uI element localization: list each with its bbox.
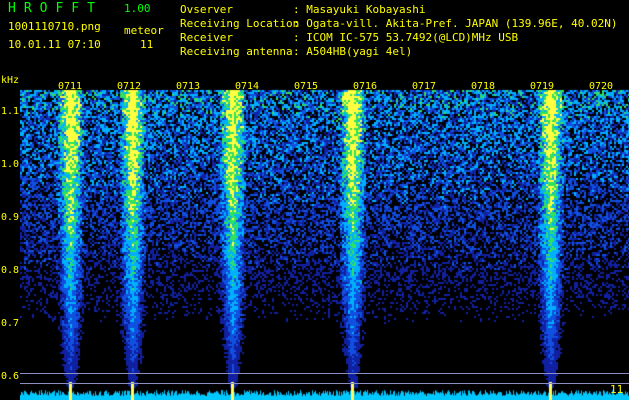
time-label: 0719 xyxy=(530,81,555,92)
y-tick-label: 0.6 xyxy=(1,371,20,383)
time-label: 0715 xyxy=(294,81,319,92)
spectrogram-canvas xyxy=(20,80,629,400)
y-tick-label: 1.1 xyxy=(1,105,20,117)
meteor-label: meteor xyxy=(124,24,164,37)
observer-value: : Masayuki Kobayashi xyxy=(293,3,426,16)
receiver-label: Receiver xyxy=(180,31,233,44)
receiver-value: : ICOM IC-575 53.7492(@LCD)MHz USB xyxy=(293,31,519,44)
time-label: 0711 xyxy=(58,81,83,92)
guide-line xyxy=(20,383,629,385)
location-label: Receiving Location xyxy=(180,17,300,30)
antenna-value: : A504HB(yagi 4el) xyxy=(293,45,413,58)
version: 1.00 xyxy=(124,2,151,15)
y-tick-label: 0.9 xyxy=(1,212,20,224)
time-label: 0720 xyxy=(589,81,614,92)
khz-unit: kHz xyxy=(1,75,20,86)
observer-label: Ovserver xyxy=(180,3,233,16)
time-label: 0713 xyxy=(176,81,201,92)
location-value: : Ogata-vill. Akita-Pref. JAPAN (139.96E… xyxy=(293,17,618,30)
meteor-count: 11 xyxy=(140,38,154,51)
logo: HROFFT xyxy=(8,1,103,16)
time-label: 0717 xyxy=(412,81,437,92)
y-tick-label: 0.7 xyxy=(1,318,20,330)
bottom-mark: 11 xyxy=(610,383,624,396)
info-labels: Ovserver Receiving Location Receiver Rec… xyxy=(180,3,299,59)
time-label: 0718 xyxy=(471,81,496,92)
time-label: 0712 xyxy=(117,81,142,92)
antenna-label: Receiving antenna xyxy=(180,45,293,58)
time-label: 0714 xyxy=(235,81,260,92)
guide-line xyxy=(20,372,629,374)
file-name: 1001110710.png xyxy=(8,20,101,33)
y-tick-label: 0.8 xyxy=(1,265,20,277)
y-tick-label: 1.0 xyxy=(1,158,20,170)
time-label: 0716 xyxy=(353,81,378,92)
info-values: : Masayuki Kobayashi : Ogata-vill. Akita… xyxy=(293,3,618,59)
date-time: 10.01.11 07:10 xyxy=(8,38,101,51)
